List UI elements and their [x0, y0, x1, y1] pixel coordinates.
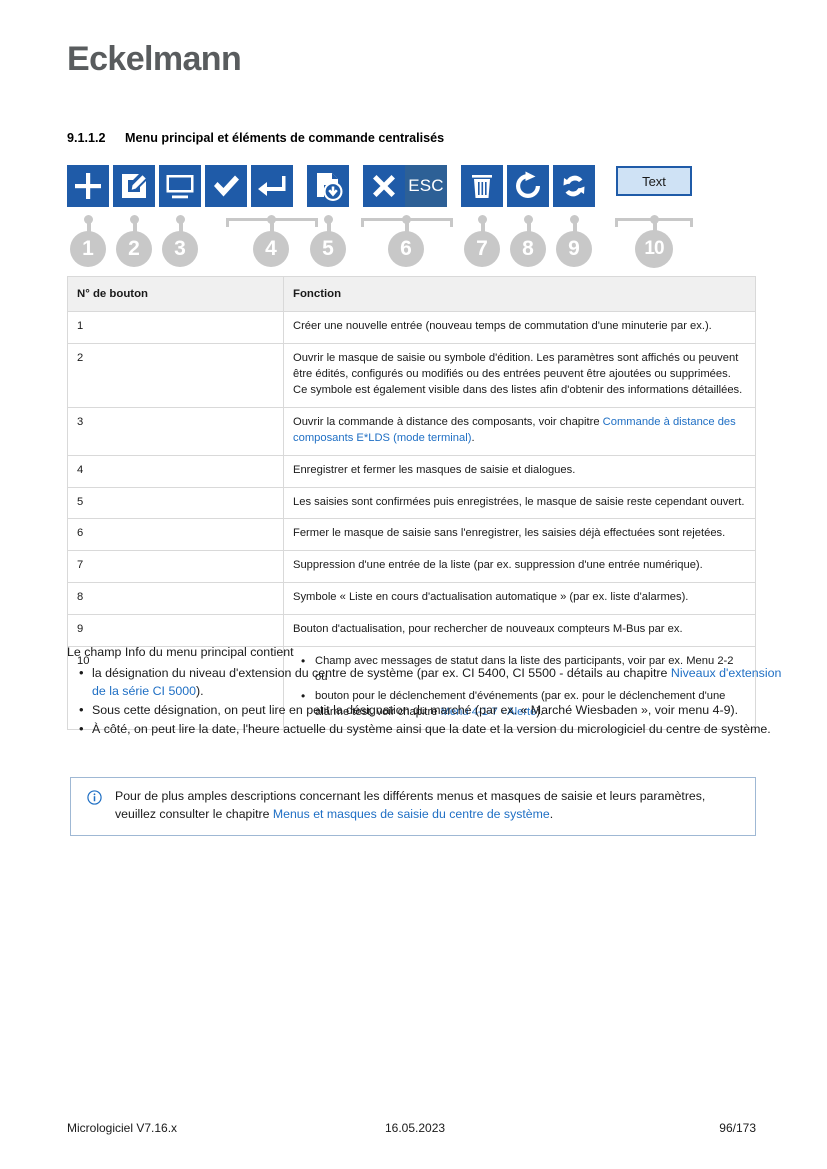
table-row: 4 Enregistrer et fermer les masques de s… [67, 454, 756, 488]
table-row: 8 Symbole « Liste en cours d'actualisati… [67, 582, 756, 616]
callout-8: 8 [510, 231, 546, 267]
cell-button-number: 2 [67, 343, 284, 408]
list-item-pre: la désignation du niveau d'extension du … [92, 666, 671, 680]
callout-2: 2 [116, 231, 152, 267]
monitor-icon[interactable] [159, 165, 201, 207]
table-row: 1 Créer une nouvelle entrée (nouveau tem… [67, 311, 756, 345]
cell-button-number: 7 [67, 550, 284, 584]
callout-7: 7 [464, 231, 500, 267]
footer-page-number: 96/173 [719, 1121, 756, 1135]
cell-button-number: 5 [67, 486, 284, 520]
table-header-row: N° de bouton Fonction [67, 275, 756, 313]
cell-button-number: 6 [67, 518, 284, 552]
cell-button-number: 3 [67, 406, 284, 456]
cell-text-post: . [471, 431, 475, 444]
table-row: 3 Ouvrir la commande à distance des comp… [67, 406, 756, 456]
info-note-box: Pour de plus amples descriptions concern… [70, 777, 756, 836]
info-field-bullet-list: la désignation du niveau d'extension du … [72, 664, 782, 740]
cell-button-number: 1 [67, 311, 284, 345]
table-row: 6 Fermer le masque de saisie sans l'enre… [67, 518, 756, 552]
chapter-link[interactable]: Menus et masques de saisie du centre de … [273, 807, 550, 821]
callout-9: 9 [556, 231, 592, 267]
sync-icon[interactable] [553, 165, 595, 207]
footer-date: 16.05.2023 [385, 1121, 446, 1135]
callout-1: 1 [70, 231, 106, 267]
callout-5: 5 [310, 231, 346, 267]
list-item: À côté, on peut lire la date, l'heure ac… [79, 720, 782, 739]
cell-function: Ouvrir la commande à distance des compos… [283, 406, 756, 456]
column-header-function: Fonction [283, 275, 756, 313]
page-title: 9.1.1.2 Menu principal et éléments de com… [67, 131, 444, 145]
callout-3: 3 [162, 231, 198, 267]
cell-function: Enregistrer et fermer les masques de sai… [283, 454, 756, 488]
enter-return-icon[interactable] [251, 165, 293, 207]
table-row: 7 Suppression d'une entrée de la liste (… [67, 550, 756, 584]
document-download-icon[interactable] [307, 165, 349, 207]
cell-button-number: 4 [67, 454, 284, 488]
cell-function: Suppression d'une entrée de la liste (pa… [283, 550, 756, 584]
info-text-post: . [549, 806, 554, 821]
info-icon [87, 790, 102, 805]
cell-function: Fermer le masque de saisie sans l'enregi… [283, 518, 756, 552]
list-item: la désignation du niveau d'extension du … [79, 664, 782, 701]
trash-icon[interactable] [461, 165, 503, 207]
callout-6: 6 [388, 231, 424, 267]
list-item: Sous cette désignation, on peut lire en … [79, 701, 782, 720]
footer-firmware: Micrologiciel V7.16.x [67, 1121, 178, 1135]
cell-text-pre: Ouvrir la commande à distance des compos… [293, 415, 603, 428]
cell-button-number: 9 [67, 614, 284, 648]
esc-icon[interactable]: ESC [405, 165, 447, 207]
cell-function: Les saisies sont confirmées puis enregis… [283, 486, 756, 520]
refresh-icon[interactable] [507, 165, 549, 207]
callout-4: 4 [253, 231, 289, 267]
edit-pencil-icon[interactable] [113, 165, 155, 207]
text-button[interactable]: Text [616, 166, 692, 196]
intro-paragraph: Le champ Info du menu principal contient [67, 645, 294, 659]
document-page: Eckelmann 9.1.1.2 Menu principal et éléme… [0, 0, 827, 1169]
column-header-button-number: N° de bouton [67, 275, 284, 313]
plus-icon[interactable] [67, 165, 109, 207]
section-number: 9.1.1.2 [67, 131, 106, 145]
check-icon[interactable] [205, 165, 247, 207]
eckelmann-logo: Eckelmann [67, 40, 242, 78]
table-row: 9 Bouton d'actualisation, pour recherche… [67, 614, 756, 648]
section-title: Menu principal et éléments de commande c… [125, 131, 445, 145]
table-row: 5 Les saisies sont confirmées puis enreg… [67, 486, 756, 520]
cell-function: Créer une nouvelle entrée (nouveau temps… [283, 311, 756, 345]
cell-function: Symbole « Liste en cours d'actualisation… [283, 582, 756, 616]
close-x-icon[interactable] [363, 165, 405, 207]
cell-function: Ouvrir le masque de saisie ou symbole d'… [283, 343, 756, 408]
table-row: 2 Ouvrir le masque de saisie ou symbole … [67, 343, 756, 408]
toolbar-icon-strip: ESC Text 1 2 3 4 5 6 7 8 9 10 [67, 165, 767, 268]
list-item-post: ). [196, 683, 204, 698]
cell-button-number: 8 [67, 582, 284, 616]
cell-function: Bouton d'actualisation, pour rechercher … [283, 614, 756, 648]
callout-10: 10 [635, 230, 673, 268]
